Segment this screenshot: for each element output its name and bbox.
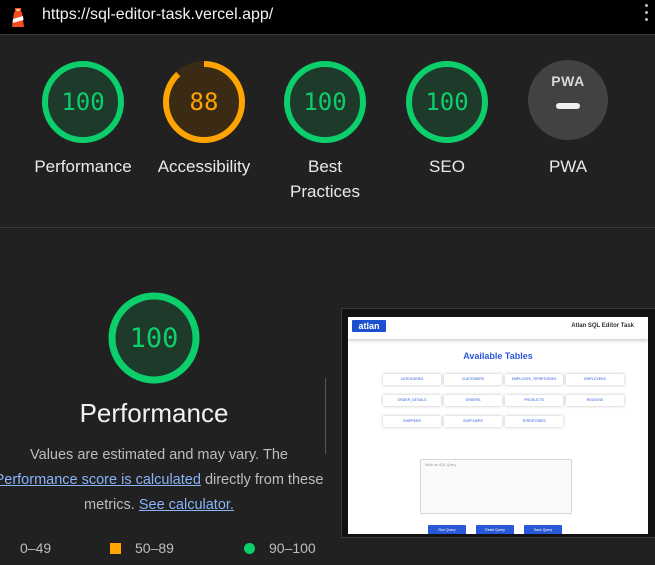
gauge-score: 88 (190, 88, 219, 116)
legend-pass: 90–100 (244, 540, 316, 556)
lighthouse-icon (12, 8, 24, 27)
thumb-table-item: REGIONS (566, 395, 624, 406)
screenshot-page: atlan Atlan SQL Editor Task Available Ta… (348, 317, 648, 534)
performance-description: Values are estimated and may vary. The P… (0, 443, 328, 518)
performance-big-gauge: 100 (108, 292, 200, 384)
thumb-table-item: ORDERS (444, 395, 502, 406)
thumb-save-query-button: Save Query (524, 525, 562, 534)
legend-range: 0–49 (20, 540, 52, 556)
description-text: Values are estimated and may vary. The (30, 447, 288, 463)
thumb-app-title: Atlan SQL Editor Task (571, 323, 634, 329)
legend-average: 50–89 (110, 540, 174, 556)
gauge-label: SEO (429, 157, 465, 176)
thumb-table-item: CATEGORIES (383, 374, 441, 385)
thumb-run-query-button: Run Query (428, 525, 466, 534)
gauge-performance[interactable]: 100 Performance (28, 60, 138, 179)
not-applicable-dash (556, 103, 580, 109)
gauge-ring: 100 (406, 61, 488, 143)
thumb-table-item: CUSTOMERS (444, 374, 502, 385)
thumb-table-item: EMPLOYEE_TERRITORIES (505, 374, 563, 385)
gauge-ring: 100 (42, 61, 124, 143)
gauge-accessibility[interactable]: 88 Accessibility (149, 60, 259, 179)
report-url[interactable]: https://sql-editor-task.vercel.app/ (42, 6, 273, 24)
thumb-table-item: SHIPPERS (383, 416, 441, 427)
gauge-label: Performance (34, 157, 132, 176)
gauge-best-practices[interactable]: 100 Best Practices (270, 60, 380, 204)
final-screenshot[interactable]: atlan Atlan SQL Editor Task Available Ta… (341, 308, 655, 538)
score-calculation-link[interactable]: Performance score is calculated (0, 472, 201, 488)
thumb-table-item: PRODUCTS (505, 395, 563, 406)
gauge-ring: 100 (284, 61, 366, 143)
thumb-reset-query-button: Reset Query (476, 525, 514, 534)
thumb-table-item: ORDER_DETAILS (383, 395, 441, 406)
thumb-table-item: SUPPLIERS (444, 416, 502, 427)
kebab-menu-icon[interactable] (645, 4, 649, 25)
legend-range: 90–100 (269, 540, 316, 556)
thumb-query-textarea: Write an SQL Query (420, 459, 572, 514)
category-gauges: 100 Performance 88 Accessibility 100 Bes… (0, 34, 655, 228)
gauge-seo[interactable]: 100 SEO (392, 60, 502, 179)
see-calculator-link[interactable]: See calculator. (139, 497, 234, 513)
pwa-badge-icon: PWA (528, 60, 608, 140)
gauge-score: 100 (61, 88, 104, 116)
gauge-label: PWA (548, 157, 588, 176)
gauge-ring: 88 (163, 61, 245, 143)
gauge-label-line: Practices (290, 182, 360, 201)
legend-fail: 0–49 (0, 540, 51, 556)
thumb-table-item: EMPLOYEES (566, 374, 624, 385)
thumb-query-placeholder: Write an SQL Query (425, 463, 457, 467)
performance-title: Performance (79, 398, 229, 428)
circle-icon (244, 543, 255, 554)
legend-range: 50–89 (135, 540, 174, 556)
gauge-pwa[interactable]: PWA PWA (513, 60, 623, 179)
pwa-badge-text: PWA (551, 73, 585, 89)
gauge-score: 100 (130, 323, 179, 354)
gauge-label: Best Practices (270, 154, 380, 204)
gauge-label: Accessibility (157, 157, 251, 176)
gauge-score: 100 (425, 88, 468, 116)
atlan-logo: atlan (352, 320, 386, 332)
square-icon (110, 543, 121, 554)
divider (325, 378, 326, 454)
gauge-score: 100 (303, 88, 346, 116)
gauge-label-line: Best (307, 157, 343, 176)
top-bar: https://sql-editor-task.vercel.app/ (0, 0, 655, 35)
thumb-header: atlan Atlan SQL Editor Task (348, 317, 648, 339)
thumb-table-item: TERRITORIES (505, 416, 563, 427)
thumb-heading: Available Tables (463, 351, 533, 361)
